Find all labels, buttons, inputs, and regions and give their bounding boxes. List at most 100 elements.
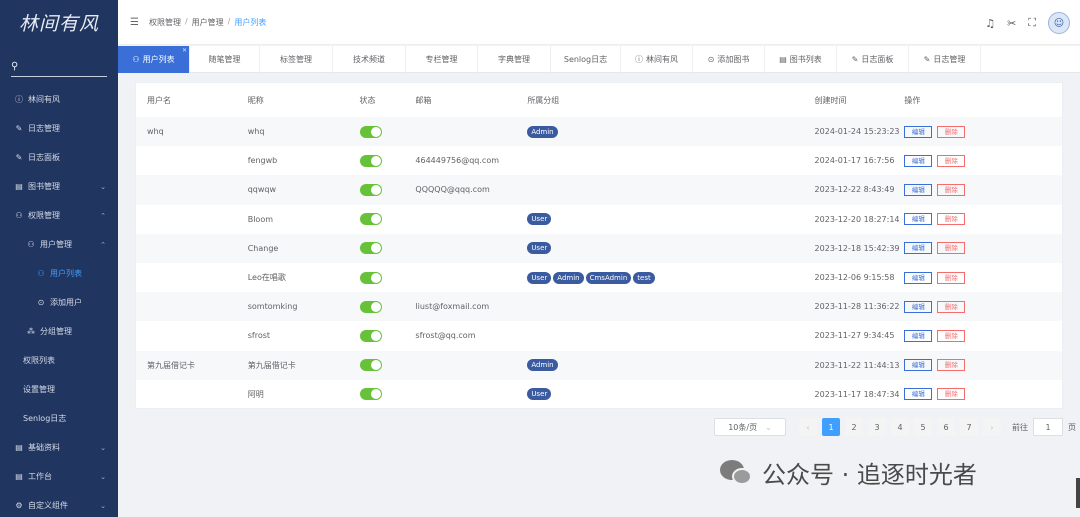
status-toggle[interactable]: [359, 154, 382, 167]
cell-username: 第九届借记卡: [136, 350, 248, 380]
tab-log-manage[interactable]: ✎ 日志管理: [909, 46, 981, 73]
tab-columns[interactable]: 专栏管理: [406, 46, 478, 73]
sidebar-item-group-manage[interactable]: ⁂ 分组管理: [0, 317, 118, 346]
bell-icon[interactable]: ♫: [985, 17, 995, 30]
tab-linjian[interactable]: ⓘ 林间有风: [621, 46, 693, 73]
edit-button[interactable]: 编辑: [904, 300, 933, 313]
edit-button[interactable]: 编辑: [904, 388, 933, 401]
user-lock-icon: ⚇: [27, 240, 35, 249]
edit-button[interactable]: 编辑: [904, 242, 933, 255]
next-page-button[interactable]: ›: [983, 418, 1001, 436]
cell-actions: 编辑 删除: [904, 205, 1062, 234]
status-toggle[interactable]: [359, 271, 382, 284]
delete-button[interactable]: 删除: [937, 213, 966, 226]
cell-nickname: Leo在唱歌: [247, 273, 286, 283]
cell-username: [136, 263, 248, 292]
sidebar-search[interactable]: ⚲: [11, 57, 107, 77]
sidebar-item-custom-components[interactable]: ⚙ 自定义组件 ⌄: [0, 491, 118, 517]
tab-senlog[interactable]: Senlog日志: [551, 46, 621, 73]
breadcrumb-item[interactable]: 权限管理: [149, 17, 181, 28]
goto-page-input[interactable]: 1: [1033, 418, 1063, 436]
sidebar-item-books[interactable]: ▤ 图书管理 ⌄: [0, 172, 118, 201]
sidebar-item-linjian[interactable]: ⓘ 林间有风: [0, 85, 118, 114]
tools-icon[interactable]: ✂: [1007, 17, 1016, 30]
delete-button[interactable]: 删除: [937, 388, 966, 401]
status-toggle[interactable]: [359, 359, 382, 372]
cell-username: [136, 175, 248, 205]
status-toggle[interactable]: [359, 242, 382, 255]
page-button-4[interactable]: 4: [891, 418, 909, 436]
cell-actions: 编辑 删除: [904, 175, 1062, 205]
info-icon: ⓘ: [15, 95, 23, 104]
table-row: 阿明 User 2023-11-17 18:47:34 编辑 删除: [136, 380, 1062, 409]
page-button-2[interactable]: 2: [845, 418, 863, 436]
status-toggle[interactable]: [359, 213, 382, 226]
sidebar-item-user-manage[interactable]: ⚇ 用户管理 ⌃: [0, 230, 118, 259]
tab-tech-channel[interactable]: 技术频道: [333, 46, 406, 73]
status-toggle[interactable]: [359, 125, 382, 138]
edit-button[interactable]: 编辑: [904, 154, 933, 167]
scrollbar[interactable]: [1076, 478, 1080, 508]
search-icon[interactable]: ⚲: [11, 61, 18, 72]
cell-username: [136, 321, 248, 350]
tab-essay[interactable]: 随笔管理: [190, 46, 260, 73]
logo: 林间有风: [18, 13, 99, 35]
cell-username: [136, 233, 248, 263]
delete-button[interactable]: 删除: [937, 183, 966, 196]
edit-button[interactable]: 编辑: [904, 271, 933, 284]
sidebar-item-workbench[interactable]: ▤ 工作台 ⌄: [0, 462, 118, 491]
status-toggle[interactable]: [359, 183, 382, 196]
tab-dictionary[interactable]: 字典管理: [478, 46, 551, 73]
delete-button[interactable]: 删除: [937, 271, 966, 284]
sidebar-item-add-user[interactable]: ⊙ 添加用户: [0, 288, 118, 317]
table-row: sfrost sfrost@qq.com 2023-11-27 9:34:45 编辑删…: [136, 321, 1062, 350]
sidebar-item-basic-data[interactable]: ▤ 基础资料 ⌄: [0, 433, 118, 462]
delete-button[interactable]: 删除: [937, 359, 966, 372]
delete-button[interactable]: 删除: [937, 242, 966, 255]
edit-button[interactable]: 编辑: [904, 213, 933, 226]
sidebar-item-user-list[interactable]: ⚇ 用户列表: [0, 259, 118, 288]
fullscreen-icon[interactable]: ⛶: [1028, 16, 1036, 30]
col-status: 状态: [359, 95, 376, 105]
col-actions: 操作: [904, 95, 921, 105]
page-size-select[interactable]: 10条/页 ⌄: [714, 418, 786, 436]
page-button-3[interactable]: 3: [868, 418, 886, 436]
tab-tags[interactable]: 标签管理: [260, 46, 333, 73]
delete-button[interactable]: 删除: [937, 329, 966, 342]
delete-button[interactable]: 删除: [937, 154, 966, 167]
page-button-1[interactable]: 1: [822, 418, 840, 436]
delete-button[interactable]: 删除: [937, 300, 966, 313]
page-button-5[interactable]: 5: [914, 418, 932, 436]
breadcrumb-item[interactable]: 用户管理: [192, 17, 224, 28]
sidebar-item-log-manage[interactable]: ✎ 日志管理: [0, 114, 118, 143]
tab-book-list[interactable]: ▤ 图书列表: [765, 46, 837, 73]
status-toggle[interactable]: [359, 300, 382, 313]
status-toggle[interactable]: [359, 388, 382, 401]
edit-button[interactable]: 编辑: [904, 359, 933, 372]
edit-button[interactable]: 编辑: [904, 125, 933, 138]
status-toggle[interactable]: [359, 329, 382, 342]
cell-email: QQQQQ@qqq.com: [415, 175, 528, 205]
sidebar-item-settings[interactable]: 设置管理: [0, 375, 118, 404]
cell-email: [415, 205, 527, 234]
cell-email: [415, 233, 528, 263]
menu-toggle-icon[interactable]: ☰: [130, 17, 139, 28]
sidebar-item-permission-list[interactable]: 权限列表: [0, 346, 118, 375]
tab-log-panel[interactable]: ✎ 日志面板: [837, 46, 909, 73]
delete-button[interactable]: 删除: [937, 125, 966, 138]
prev-page-button[interactable]: ‹: [799, 418, 817, 436]
page-button-6[interactable]: 6: [937, 418, 955, 436]
group-badge: User: [527, 213, 552, 226]
avatar[interactable]: ☺: [1048, 12, 1070, 34]
sidebar-item-senlog[interactable]: Senlog日志: [0, 404, 118, 433]
tab-user-list[interactable]: ⚇ 用户列表 ✕: [118, 46, 190, 73]
sidebar-item-log-panel[interactable]: ✎ 日志面板: [0, 143, 118, 172]
edit-button[interactable]: 编辑: [904, 183, 933, 196]
tab-add-book[interactable]: ⊙ 添加图书: [693, 46, 765, 73]
table-row: qqwqw QQQQQ@qqq.com 2023-12-22 8:43:49 编辑 删除: [136, 175, 1062, 205]
edit-button[interactable]: 编辑: [904, 329, 933, 342]
sidebar-item-permissions[interactable]: ⚇ 权限管理 ⌃: [0, 201, 118, 230]
close-icon[interactable]: ✕: [182, 47, 187, 54]
cell-username: [136, 146, 248, 175]
page-button-7[interactable]: 7: [960, 418, 978, 436]
